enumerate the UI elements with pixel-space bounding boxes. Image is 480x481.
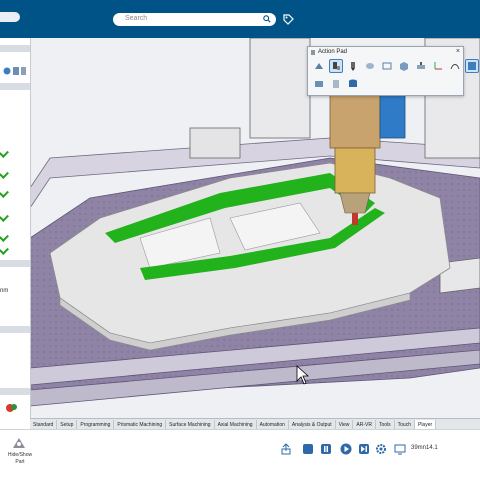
check-icon: [0, 212, 9, 222]
tab-axial-machining[interactable]: Axial Machining: [215, 419, 257, 430]
check-icon: [0, 188, 9, 198]
search-input[interactable]: Search: [113, 13, 276, 26]
search-icon[interactable]: [263, 15, 271, 23]
hide-show-icon[interactable]: [10, 434, 28, 452]
pocket-icon[interactable]: [380, 59, 394, 73]
close-icon[interactable]: ×: [456, 48, 460, 55]
stock-icon[interactable]: [397, 59, 411, 73]
tab-programming[interactable]: Programming: [77, 419, 115, 430]
panel-divider: [0, 260, 30, 267]
tree-tools-icon[interactable]: [3, 66, 27, 76]
panel-divider: [0, 326, 30, 333]
database-icon[interactable]: [346, 77, 360, 91]
tab-prismatic-machining[interactable]: Prismatic Machining: [114, 419, 167, 430]
export-icon[interactable]: [280, 443, 292, 455]
tab-setup[interactable]: Setup: [57, 419, 78, 430]
cutting-tool: [352, 213, 358, 225]
panel-divider: [0, 388, 30, 395]
left-panel: nm: [0, 38, 31, 418]
drill-icon[interactable]: [346, 59, 360, 73]
gantry-column: [249, 38, 311, 139]
axis-icon[interactable]: [431, 59, 445, 73]
fixture-icon[interactable]: [414, 59, 428, 73]
top-bar: Search: [0, 0, 480, 38]
play-icon[interactable]: [340, 443, 352, 455]
search-placeholder: Search: [125, 15, 148, 22]
machining-operation-icon[interactable]: [312, 59, 326, 73]
check-icon: [0, 148, 9, 158]
machine-icon[interactable]: [312, 77, 326, 91]
tab-ar-vr[interactable]: AR-VR: [353, 419, 376, 430]
simulation-icon[interactable]: [465, 59, 479, 73]
settings-gear-icon[interactable]: [375, 443, 387, 455]
panel-text: nm: [0, 288, 9, 294]
check-icon: [0, 245, 9, 255]
check-icon: [0, 169, 9, 179]
tab-automation[interactable]: Automation: [257, 419, 289, 430]
pause-icon[interactable]: [320, 443, 332, 455]
app-logo[interactable]: [0, 12, 20, 22]
tab-standard[interactable]: Standard: [30, 419, 58, 430]
tab-player[interactable]: Player: [414, 419, 437, 430]
tab-surface-machining[interactable]: Surface Machining: [166, 419, 215, 430]
simulation-speed: 39mn14.1: [411, 445, 438, 451]
step-icon[interactable]: [358, 443, 370, 455]
drag-handle[interactable]: [311, 50, 315, 55]
panel-header: [0, 45, 30, 52]
action-bar: Hide/Show Part 39mn14.1: [0, 429, 480, 481]
part-operation-icon[interactable]: [329, 77, 343, 91]
tab-touch[interactable]: Touch: [395, 419, 415, 430]
action-pad-title: Action Pad: [318, 49, 348, 55]
tool-path-icon[interactable]: [448, 59, 462, 73]
action-pad: Action Pad ×: [307, 46, 479, 96]
surface-icon[interactable]: [363, 59, 377, 73]
stop-icon[interactable]: [302, 443, 314, 455]
tag-icon[interactable]: [282, 13, 294, 25]
tab-tools[interactable]: Tools: [376, 419, 395, 430]
tab-analysis-output[interactable]: Analysis & Output: [289, 419, 336, 430]
hide-show-part-label: Hide/Show Part: [7, 452, 33, 465]
check-icon: [0, 232, 9, 242]
panel-divider: [0, 83, 30, 90]
tab-view[interactable]: View: [336, 419, 354, 430]
tool-assembly-icon[interactable]: [329, 59, 343, 73]
color-tool-icon[interactable]: [5, 402, 19, 414]
display-icon[interactable]: [394, 443, 406, 455]
